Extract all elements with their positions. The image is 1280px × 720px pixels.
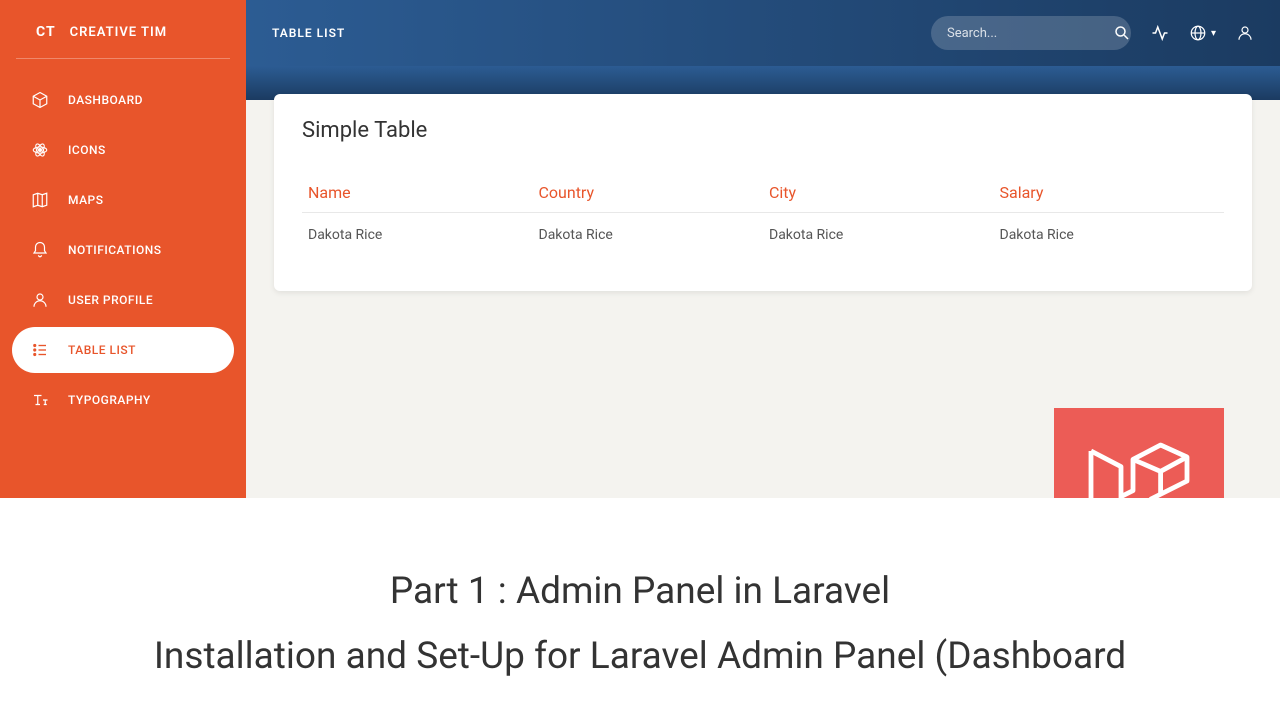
col-country: Country — [533, 173, 764, 213]
search-input[interactable] — [947, 26, 1113, 41]
bell-icon — [30, 240, 50, 260]
sidebar-item-label: NOTIFICATIONS — [68, 243, 162, 257]
brand-name: CREATIVE TIM — [70, 25, 168, 40]
page-title: TABLE LIST — [272, 26, 345, 40]
sidebar-item-icons[interactable]: ICONS — [12, 127, 234, 173]
sidebar-item-label: ICONS — [68, 143, 106, 157]
sidebar: CT CREATIVE TIM DASHBOARD ICONS MAPS — [0, 0, 246, 498]
search-icon[interactable] — [1113, 24, 1131, 42]
card-title: Simple Table — [302, 118, 1224, 143]
sidebar-item-table-list[interactable]: TABLE LIST — [12, 327, 234, 373]
table-card: Simple Table Name Country City Salary Da… — [274, 94, 1252, 291]
col-city: City — [763, 173, 994, 213]
data-table: Name Country City Salary Dakota Rice Dak… — [302, 173, 1224, 257]
cube-icon — [30, 90, 50, 110]
sidebar-item-typography[interactable]: TYPOGRAPHY — [12, 377, 234, 423]
sidebar-item-user-profile[interactable]: USER PROFILE — [12, 277, 234, 323]
sidebar-item-maps[interactable]: MAPS — [12, 177, 234, 223]
topbar: TABLE LIST ▾ — [246, 0, 1280, 66]
sidebar-brand[interactable]: CT CREATIVE TIM — [16, 16, 230, 59]
search-box[interactable] — [931, 16, 1131, 50]
profile-icon[interactable] — [1236, 24, 1254, 42]
table-row[interactable]: Dakota Rice Dakota Rice Dakota Rice Dako… — [302, 213, 1224, 258]
cell: Dakota Rice — [302, 213, 533, 258]
sidebar-item-label: TYPOGRAPHY — [68, 393, 151, 407]
globe-icon — [1189, 24, 1207, 42]
col-salary: Salary — [994, 173, 1225, 213]
video-title-overlay: Part 1 : Admin Panel in Laravel Installa… — [0, 498, 1280, 720]
chevron-down-icon: ▾ — [1211, 28, 1216, 39]
sidebar-item-label: USER PROFILE — [68, 293, 153, 307]
user-icon — [30, 290, 50, 310]
sidebar-item-notifications[interactable]: NOTIFICATIONS — [12, 227, 234, 273]
brand-logo: CT — [36, 24, 56, 40]
activity-icon[interactable] — [1151, 24, 1169, 42]
col-name: Name — [302, 173, 533, 213]
text-icon — [30, 390, 50, 410]
sidebar-item-dashboard[interactable]: DASHBOARD — [12, 77, 234, 123]
cell: Dakota Rice — [763, 213, 994, 258]
overlay-line2: Installation and Set-Up for Laravel Admi… — [154, 635, 1126, 678]
cell: Dakota Rice — [994, 213, 1225, 258]
sidebar-item-label: DASHBOARD — [68, 93, 143, 107]
language-menu[interactable]: ▾ — [1189, 24, 1216, 42]
overlay-line1: Part 1 : Admin Panel in Laravel — [390, 570, 890, 613]
atom-icon — [30, 140, 50, 160]
sidebar-item-label: TABLE LIST — [68, 343, 136, 357]
list-icon — [30, 340, 50, 360]
cell: Dakota Rice — [533, 213, 764, 258]
sidebar-item-label: MAPS — [68, 193, 103, 207]
map-icon — [30, 190, 50, 210]
